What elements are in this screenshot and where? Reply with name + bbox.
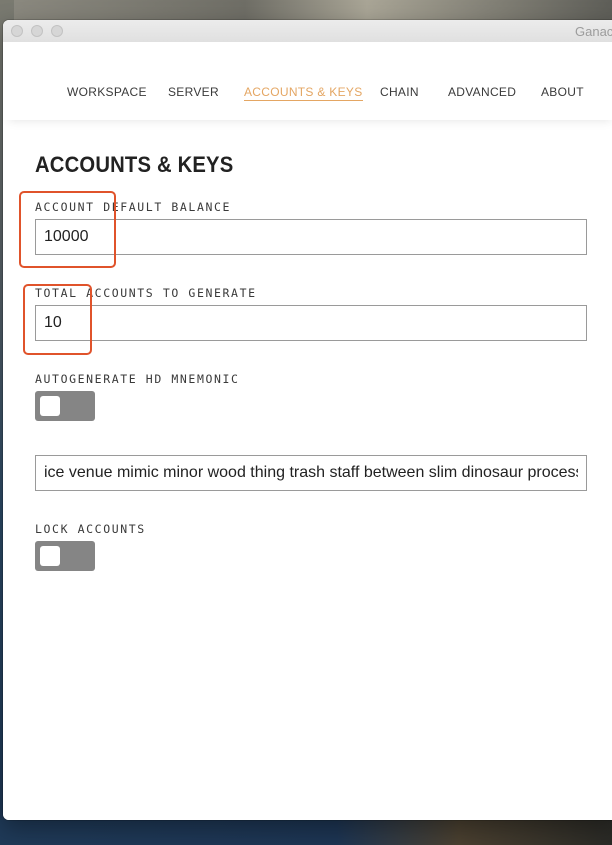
lock-accounts-toggle[interactable] (35, 541, 95, 571)
desktop-background-top (0, 0, 612, 22)
page-title: ACCOUNTS & KEYS (35, 152, 234, 177)
window-titlebar[interactable]: Ganac (3, 20, 612, 43)
total-accounts-input[interactable] (35, 305, 587, 341)
desktop-background-bottom (0, 818, 612, 845)
nav-tab-chain[interactable]: CHAIN (380, 85, 419, 99)
default-balance-input[interactable] (35, 219, 587, 255)
zoom-window-button[interactable] (51, 25, 63, 37)
nav-tab-advanced[interactable]: ADVANCED (448, 85, 516, 99)
nav-tab-about[interactable]: ABOUT (541, 85, 584, 99)
mnemonic-input[interactable] (35, 455, 587, 491)
top-navigation: WORKSPACE SERVER ACCOUNTS & KEYS CHAIN A… (3, 42, 612, 120)
toggle-knob (40, 396, 60, 416)
autogenerate-mnemonic-toggle[interactable] (35, 391, 95, 421)
minimize-window-button[interactable] (31, 25, 43, 37)
window-title: Ganac (575, 24, 612, 39)
lock-accounts-label: LOCK ACCOUNTS (35, 522, 146, 536)
app-window: Ganac WORKSPACE SERVER ACCOUNTS & KEYS C… (3, 20, 612, 820)
nav-tab-server[interactable]: SERVER (168, 85, 219, 99)
default-balance-label: ACCOUNT DEFAULT BALANCE (35, 200, 232, 214)
total-accounts-label: TOTAL ACCOUNTS TO GENERATE (35, 286, 257, 300)
nav-tab-accounts-keys[interactable]: ACCOUNTS & KEYS (244, 85, 363, 101)
autogenerate-mnemonic-label: AUTOGENERATE HD MNEMONIC (35, 372, 240, 386)
close-window-button[interactable] (11, 25, 23, 37)
toggle-knob (40, 546, 60, 566)
nav-tab-workspace[interactable]: WORKSPACE (67, 85, 147, 99)
settings-content: ACCOUNTS & KEYS ACCOUNT DEFAULT BALANCE … (3, 120, 612, 820)
